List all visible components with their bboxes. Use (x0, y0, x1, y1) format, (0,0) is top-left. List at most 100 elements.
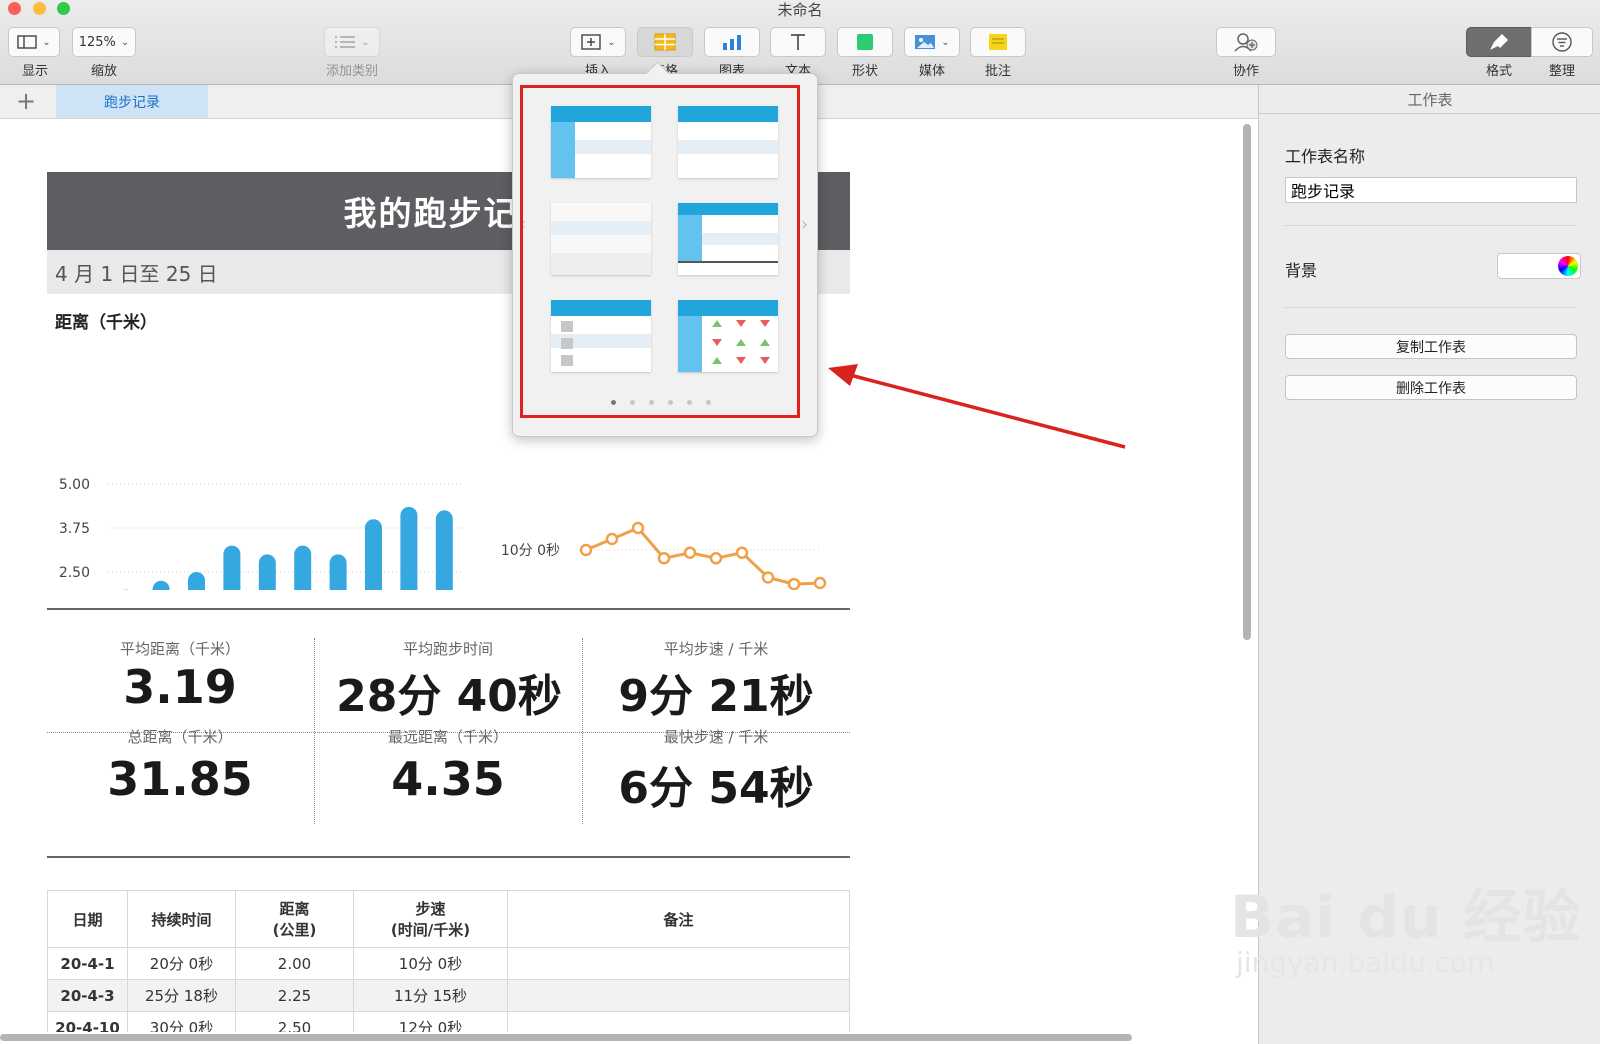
series-line (585, 526, 821, 586)
chevron-down-icon: ⌄ (42, 36, 51, 48)
view-label: 显示 (21, 64, 48, 79)
comment-button[interactable] (970, 27, 1026, 57)
column-header-pace[interactable]: 步速 (时间/千米) (353, 890, 508, 948)
comment-icon (989, 34, 1007, 50)
background-label: 背景 (1285, 261, 1318, 280)
column-header-distance[interactable]: 距离 (公里) (235, 890, 354, 948)
comment-label: 批注 (984, 64, 1011, 79)
divider (47, 856, 850, 858)
stat-label: 平均距离（千米） (119, 640, 240, 658)
bar (294, 545, 312, 590)
view-button[interactable]: ⌄ (8, 27, 60, 57)
distance-chart-title: 距离（千米） (55, 313, 157, 333)
column-header-duration[interactable]: 持续时间 (127, 890, 236, 948)
stat-label: 总距离（千米） (127, 728, 233, 746)
zoom-label: 缩放 (90, 64, 117, 79)
table-cell[interactable] (507, 979, 850, 1012)
collaborate-icon (1234, 33, 1258, 52)
watermark-url: jingyan.baidu.com (1236, 946, 1495, 979)
table-row: 20-4-10 30分 0秒 2.50 12分 0秒 (47, 1011, 850, 1032)
table-cell[interactable]: 25分 18秒 (127, 979, 236, 1012)
chevron-down-icon: ⌄ (120, 36, 130, 48)
text-button[interactable] (770, 27, 826, 57)
table-icon (654, 33, 676, 51)
table-cell[interactable]: 30分 0秒 (127, 1011, 236, 1032)
insert-button[interactable]: ⌄ (570, 27, 626, 57)
divider (1285, 225, 1577, 226)
table-cell[interactable]: 2.25 (235, 979, 354, 1012)
table-cell[interactable]: 10分 0秒 (353, 947, 508, 980)
divider (1285, 307, 1577, 308)
data-point (605, 532, 619, 546)
bar (258, 554, 276, 590)
collaborate-label: 协作 (1232, 64, 1259, 79)
stat-label: 平均步速 / 千米 (663, 640, 769, 658)
table-row: 20-4-1 20分 0秒 2.00 10分 0秒 (47, 947, 850, 980)
color-wheel-icon[interactable] (1558, 256, 1578, 276)
data-point (657, 552, 671, 565)
divider (47, 608, 850, 610)
table-cell[interactable]: 2.00 (235, 947, 354, 980)
chart-button[interactable] (704, 27, 760, 57)
table-cell[interactable]: 20-4-1 (47, 947, 128, 980)
annotation-arrow (828, 364, 1126, 449)
table-cell[interactable] (507, 1011, 850, 1032)
zoom-value: 125% (78, 34, 116, 50)
paintbrush-icon (1490, 34, 1508, 50)
organize-icon (1552, 32, 1572, 52)
data-point (761, 571, 775, 584)
data-point (813, 576, 827, 590)
delete-sheet-button[interactable]: 删除工作表 (1285, 375, 1577, 400)
vertical-scrollbar[interactable] (1243, 124, 1251, 640)
stat-value: 4.35 (391, 752, 505, 806)
table-cell[interactable]: 11分 15秒 (353, 979, 508, 1012)
add-category-button[interactable]: ⌄ (324, 27, 380, 57)
stat-label: 平均跑步时间 (402, 640, 493, 658)
data-point (631, 521, 645, 535)
collaborate-button[interactable] (1216, 27, 1276, 57)
table-button[interactable] (637, 27, 693, 57)
column-header-date[interactable]: 日期 (47, 890, 128, 948)
horizontal-scrollbar[interactable] (0, 1034, 1132, 1041)
chevron-down-icon: ⌄ (361, 36, 370, 48)
shape-button[interactable] (837, 27, 893, 57)
organize-button[interactable] (1531, 27, 1593, 57)
format-button[interactable] (1466, 27, 1532, 57)
bar (223, 545, 241, 590)
sheet-name-field[interactable] (1285, 177, 1577, 203)
y-tick-label: 5.00 (59, 477, 90, 493)
stat-value: 9分 21秒 (618, 671, 814, 722)
bar (152, 580, 170, 590)
column-header-notes[interactable]: 备注 (507, 890, 850, 948)
table-cell[interactable]: 20-4-3 (47, 979, 128, 1012)
duplicate-sheet-button[interactable]: 复制工作表 (1285, 334, 1577, 359)
sheet-name-label: 工作表名称 (1285, 147, 1366, 166)
table-header-row: 日期 持续时间 距离 (公里) 步速 (时间/千米) 备注 (47, 890, 850, 948)
y-tick-label: 3.75 (59, 521, 90, 537)
table-cell[interactable]: 20分 0秒 (127, 947, 236, 980)
list-icon (335, 36, 356, 48)
media-label: 媒体 (918, 64, 945, 79)
y-tick-label: 2.50 (59, 565, 90, 581)
table-cell[interactable] (507, 947, 850, 980)
add-sheet-button[interactable]: + (16, 87, 36, 115)
view-icon (17, 35, 37, 49)
running-log-table[interactable]: 日期 持续时间 距离 (公里) 步速 (时间/千米) 备注 20-4-1 20分… (47, 890, 850, 1032)
bar (400, 506, 418, 590)
sheet-tab-running-log[interactable]: 跑步记录 (56, 85, 208, 118)
table-cell[interactable]: 2.50 (235, 1011, 354, 1032)
watermark-logo: Bai du 经验 (1230, 883, 1582, 951)
distance-bar-chart[interactable]: 5.003.752.501.250.0020-4-120-4-1020-4-14… (0, 340, 470, 590)
data-point (579, 543, 593, 557)
data-point (735, 546, 749, 559)
media-button[interactable]: ⌄ (904, 27, 960, 57)
table-cell[interactable]: 12分 0秒 (353, 1011, 508, 1032)
zoom-select[interactable]: 125% ⌄ (72, 27, 136, 57)
data-point (709, 552, 723, 565)
background-color-well[interactable] (1497, 253, 1581, 279)
data-point (683, 546, 697, 559)
table-cell[interactable]: 20-4-10 (47, 1011, 128, 1032)
next-page-icon[interactable]: › (801, 214, 808, 235)
insert-icon (581, 34, 601, 50)
window-title: 未命名 (777, 1, 823, 19)
